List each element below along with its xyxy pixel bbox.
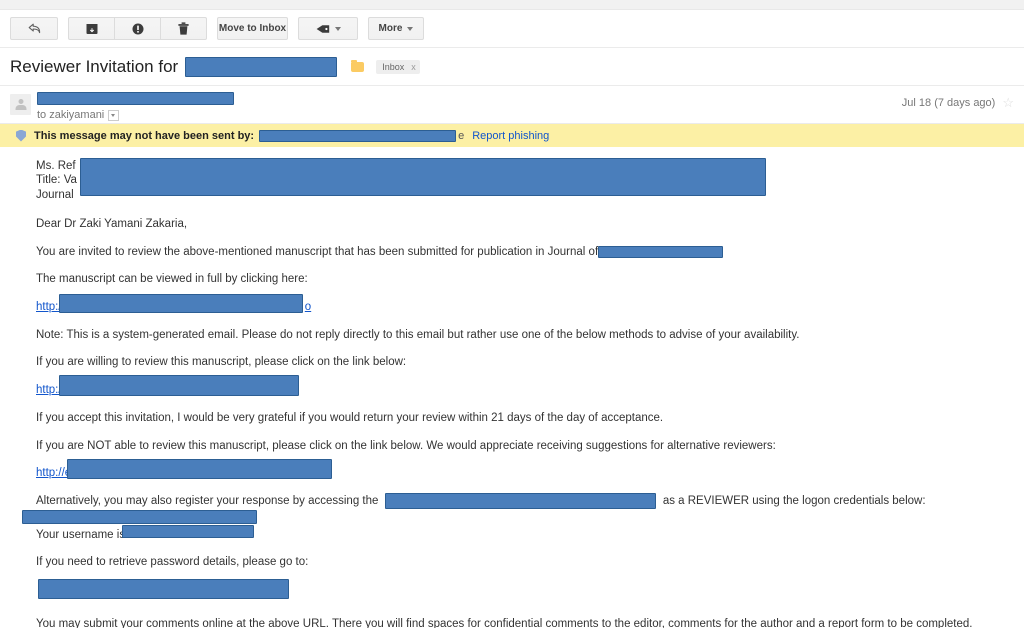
top-strip (0, 0, 1024, 10)
folder-icon (351, 59, 365, 72)
archive-button[interactable] (68, 17, 115, 40)
accept-invitation-text: If you accept this invitation, I would b… (36, 411, 664, 424)
alternatively-text-post: as a REVIEWER using the logon credential… (662, 494, 926, 507)
delete-button[interactable] (160, 17, 207, 40)
view-manuscript-link-suffix[interactable]: o (305, 301, 311, 313)
system-generated-note: Note: This is a system-generated email. … (36, 328, 800, 341)
redacted-not-able-url (67, 459, 332, 480)
message-body: Ms. Ref Title: Va Journal Dear Dr Zaki Y… (0, 147, 1024, 628)
message-date-area: Jul 18 (7 days ago) ☆ (902, 96, 1014, 109)
retrieve-password-text: If you need to retrieve password details… (36, 556, 309, 569)
view-manuscript-link-line: http://o (36, 294, 1014, 316)
redacted-view-manuscript-url (59, 294, 303, 314)
shield-warning-icon (16, 129, 26, 142)
view-manuscript-text: The manuscript can be viewed in full by … (36, 273, 308, 286)
label-tag-icon (316, 23, 330, 35)
redacted-retrieve-password-url (38, 578, 289, 599)
chevron-down-icon (407, 26, 414, 31)
redacted-system-name (384, 492, 656, 509)
reply-arrow-icon (28, 23, 41, 34)
not-able-text: If you are NOT able to review this manus… (36, 439, 776, 452)
more-group: More (368, 17, 424, 40)
manuscript-header-block: Ms. Ref Title: Va Journal (36, 158, 1014, 202)
move-to-inbox-group: Move to Inbox (217, 17, 288, 40)
sender-name-line[interactable] (37, 92, 234, 105)
phishing-warning-banner: This message may not have been sent by: … (0, 124, 1024, 147)
submit-comments-text: You may submit your comments online at t… (36, 617, 973, 628)
star-icon[interactable]: ☆ (1002, 96, 1014, 109)
username-line: Your username is: (36, 524, 1014, 544)
alternatively-text-pre: Alternatively, you may also register you… (36, 494, 379, 507)
report-phishing-link[interactable]: Report phishing (472, 130, 549, 142)
redacted-subject-journal (185, 56, 338, 77)
label-chip-text: Inbox (382, 61, 405, 72)
page-title: Reviewer Invitation for (10, 56, 179, 76)
recipient-label: to zakiyamani (37, 109, 105, 121)
message-date: Jul 18 (7 days ago) (901, 96, 996, 109)
reply-button-group (10, 17, 58, 40)
more-button-label: More (378, 23, 403, 34)
salutation: Dear Dr Zaki Yamani Zakaria, (36, 218, 188, 231)
recipient-line: to zakiyamani (37, 109, 234, 121)
redacted-journal-name (598, 245, 724, 258)
not-able-link-line: http://e (36, 459, 1014, 482)
invitation-text: You are invited to review the above-ment… (36, 245, 599, 258)
username-text: Your username is: (36, 528, 129, 541)
retrieve-password-line: If you need to retrieve password details… (36, 554, 1014, 571)
message-toolbar: Move to Inbox More (0, 10, 1024, 48)
more-button[interactable]: More (368, 17, 424, 40)
archive-box-icon (86, 23, 98, 35)
avatar (10, 94, 31, 115)
phishing-sender-trailing: e (458, 129, 465, 142)
redacted-sender-address (37, 92, 234, 105)
alternatively-line: Alternatively, you may also register you… (22, 492, 1014, 524)
invitation-paragraph: You are invited to review the above-ment… (36, 244, 1014, 261)
label-chip-inbox[interactable]: Inbox x (376, 59, 420, 74)
sender-block: to zakiyamani (37, 92, 234, 121)
phishing-warning-text: This message may not have been sent by: (34, 129, 255, 142)
recipient-details-dropdown-icon[interactable] (108, 109, 120, 121)
trash-can-icon (178, 22, 189, 35)
retrieve-password-link-line (36, 578, 1014, 599)
subject-row: Reviewer Invitation for Inbox x (0, 48, 1024, 86)
archive-spam-delete-group (68, 17, 207, 40)
redacted-phishing-sender (259, 129, 457, 142)
labels-button[interactable] (298, 17, 358, 40)
redacted-username (122, 524, 254, 538)
redacted-system-url-wrap (22, 509, 257, 524)
close-icon[interactable]: x (411, 62, 416, 72)
report-spam-exclamation-icon (132, 23, 144, 35)
willing-to-review-text: If you are willing to review this manusc… (36, 356, 407, 369)
gmail-message-view: Move to Inbox More Reviewer Invitation f… (0, 0, 1024, 628)
redacted-manuscript-details (80, 158, 766, 196)
sender-row: to zakiyamani Jul 18 (7 days ago) ☆ (0, 86, 1024, 124)
not-able-link[interactable]: http://e (36, 467, 71, 479)
report-spam-button[interactable] (114, 17, 161, 40)
chevron-down-icon (334, 26, 341, 31)
labels-group (298, 17, 358, 40)
reply-button[interactable] (10, 17, 58, 40)
move-to-inbox-button[interactable]: Move to Inbox (217, 17, 288, 40)
willing-link-line: http:// (36, 375, 1014, 399)
redacted-willing-url (59, 375, 299, 397)
